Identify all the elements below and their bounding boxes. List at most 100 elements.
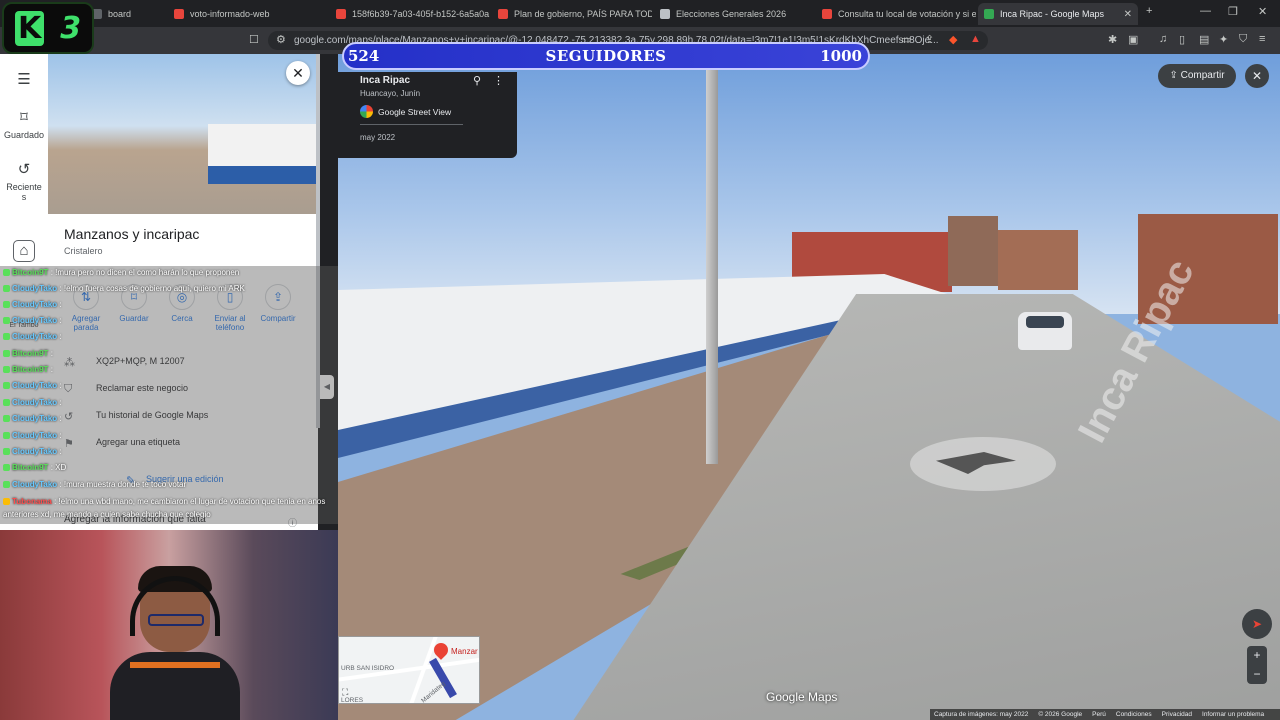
- minimize-icon[interactable]: —: [1200, 5, 1211, 17]
- tab-favicon-icon: [498, 9, 508, 19]
- zoom-in-button[interactable]: +: [1247, 646, 1267, 665]
- browser-tab[interactable]: Plan de gobierno, PAÍS PARA TODOS: [492, 3, 652, 25]
- chat-message: CloudyTako :: [3, 332, 62, 341]
- badge-icon: [3, 498, 10, 506]
- badge-icon: [3, 366, 10, 374]
- parked-car: [1018, 312, 1072, 350]
- zoom-out-button[interactable]: −: [1247, 665, 1267, 684]
- google-logo-icon: [360, 105, 373, 118]
- saved-button[interactable]: ⌑ Guardado: [0, 108, 48, 140]
- card-title: Inca Ripac: [360, 75, 411, 86]
- chat-message: CloudyTako :: [3, 398, 62, 407]
- capture-date[interactable]: may 2022: [360, 133, 395, 142]
- compass-icon[interactable]: ➤: [1242, 609, 1272, 639]
- menu-button[interactable]: ☰: [0, 70, 48, 92]
- transit-icon: ⌂: [13, 240, 35, 262]
- chat-username: CloudyTako: [12, 381, 58, 390]
- chat-message: CloudyTako :: [3, 316, 62, 325]
- badge-icon: [3, 399, 10, 407]
- tab-favicon-icon: [336, 9, 346, 19]
- expand-icon[interactable]: ⛶: [342, 687, 348, 698]
- sidebar-icon[interactable]: ▯: [1179, 33, 1185, 46]
- new-tab-button[interactable]: +: [1146, 5, 1152, 17]
- badge-icon: [3, 464, 10, 472]
- browser-tab[interactable]: voto-informado-web: [168, 3, 328, 25]
- close-street-view-icon[interactable]: ✕: [1245, 64, 1269, 88]
- recent-place-button[interactable]: ⌂: [0, 240, 48, 266]
- badge-icon: [3, 415, 10, 423]
- building: [948, 216, 998, 286]
- wallet-icon[interactable]: ▤: [1199, 33, 1209, 46]
- tab-title: Elecciones Generales 2026: [676, 9, 787, 19]
- close-panel-icon[interactable]: ✕: [286, 61, 310, 85]
- stream-chat-overlay: Bitcoin9T : !mura pero no dicen el como …: [0, 266, 338, 524]
- chat-text: :: [59, 431, 62, 440]
- bookmark-icon[interactable]: ☐: [249, 33, 259, 46]
- chat-username: Bitcoin9T: [12, 365, 49, 374]
- vpn-icon[interactable]: ⛉: [1239, 33, 1247, 46]
- badge-icon: [3, 481, 10, 489]
- share-page-icon[interactable]: ⇪: [925, 33, 934, 46]
- close-window-icon[interactable]: ✕: [1258, 5, 1267, 18]
- browser-tab[interactable]: board: [86, 3, 166, 25]
- chat-message: Tubonama : !elmo una wbd mano, me cambia…: [3, 495, 338, 521]
- close-tab-icon[interactable]: ✕: [1124, 9, 1132, 20]
- minimap-label: LORES: [341, 697, 364, 704]
- location-pin-icon[interactable]: ⚲: [473, 74, 481, 87]
- chat-username: CloudyTako: [12, 431, 58, 440]
- bookmark-icon: ⌑: [20, 109, 28, 126]
- utility-pole: [706, 54, 718, 464]
- site-info-icon[interactable]: ⚙: [276, 33, 286, 46]
- tab-title: voto-informado-web: [190, 9, 270, 19]
- brave-shield-icon[interactable]: ◆: [949, 33, 957, 46]
- footer-report-link[interactable]: Informar un problema: [1202, 711, 1264, 718]
- tab-favicon-icon: [984, 9, 994, 19]
- browser-tab-active[interactable]: Inca Ripac - Google Maps ✕: [978, 3, 1138, 25]
- media-icon[interactable]: ♫: [1159, 33, 1167, 45]
- footer-privacy-link[interactable]: Privacidad: [1162, 711, 1192, 718]
- share-street-view-button[interactable]: ⇪ Compartir: [1158, 64, 1236, 88]
- chat-message: CloudyTako : !mura muestra donde te toco…: [3, 480, 186, 489]
- chat-username: Bitcoin9T: [12, 349, 49, 358]
- chat-message: Bitcoin9T :: [3, 349, 53, 358]
- brave-rewards-icon[interactable]: ▲: [970, 33, 981, 45]
- place-category[interactable]: Cristalero: [64, 246, 103, 256]
- history-icon: ↺: [17, 161, 31, 178]
- chat-username: CloudyTako: [12, 300, 58, 309]
- browser-tab[interactable]: Consulta tu local de votación y si er: [816, 3, 976, 25]
- jacket-stripe: [130, 662, 220, 668]
- chat-text: :: [59, 332, 62, 341]
- tab-title: board: [108, 9, 132, 19]
- browser-tab[interactable]: Elecciones Generales 2026: [654, 3, 814, 25]
- place-photo[interactable]: [48, 54, 318, 214]
- chat-message: Bitcoin9T : XD: [3, 463, 66, 472]
- follower-goal-label: SEGUIDORES: [545, 47, 667, 65]
- screenshot-icon[interactable]: ▣: [1128, 33, 1138, 46]
- share-label: Compartir: [1180, 70, 1225, 81]
- chat-message: Bitcoin9T : !mura pero no dicen el como …: [3, 268, 239, 277]
- install-icon[interactable]: ▭: [901, 33, 911, 46]
- chat-text: : !mura pero no dicen el como harán lo q…: [50, 268, 240, 277]
- tab-favicon-icon: [174, 9, 184, 19]
- chat-username: Bitcoin9T: [12, 268, 49, 277]
- more-options-icon[interactable]: ⋮: [493, 74, 504, 87]
- menu-icon[interactable]: ≡: [1259, 33, 1265, 45]
- maximize-icon[interactable]: ❐: [1228, 5, 1238, 18]
- footer-country[interactable]: Perú: [1092, 711, 1106, 718]
- minimap[interactable]: URB SAN ISIDRO Manzar LORES Maridateg ⛶: [338, 636, 480, 704]
- chat-text: :: [59, 447, 62, 456]
- chat-username: CloudyTako: [12, 284, 58, 293]
- browser-tab[interactable]: 158f6b39-7a03-405f-b152-6a5a0a: [330, 3, 490, 25]
- chat-text: : !elmo una wbd mano, me cambiaron el lu…: [3, 497, 326, 519]
- footer-terms-link[interactable]: Condiciones: [1116, 711, 1152, 718]
- leo-ai-icon[interactable]: ✦: [1219, 33, 1228, 46]
- chat-username: Bitcoin9T: [12, 463, 49, 472]
- map-footer: Captura de imágenes: may 2022 © 2026 Goo…: [930, 709, 1280, 720]
- chat-message: CloudyTako :: [3, 447, 62, 456]
- recents-button[interactable]: ↺ Reciente s: [0, 160, 48, 202]
- extensions-icon[interactable]: ✱: [1108, 33, 1117, 46]
- chat-username: Tubonama: [12, 497, 52, 506]
- photo-wall: [208, 124, 318, 184]
- streamer-logo: K 3: [2, 2, 94, 54]
- card-divider: [360, 124, 463, 125]
